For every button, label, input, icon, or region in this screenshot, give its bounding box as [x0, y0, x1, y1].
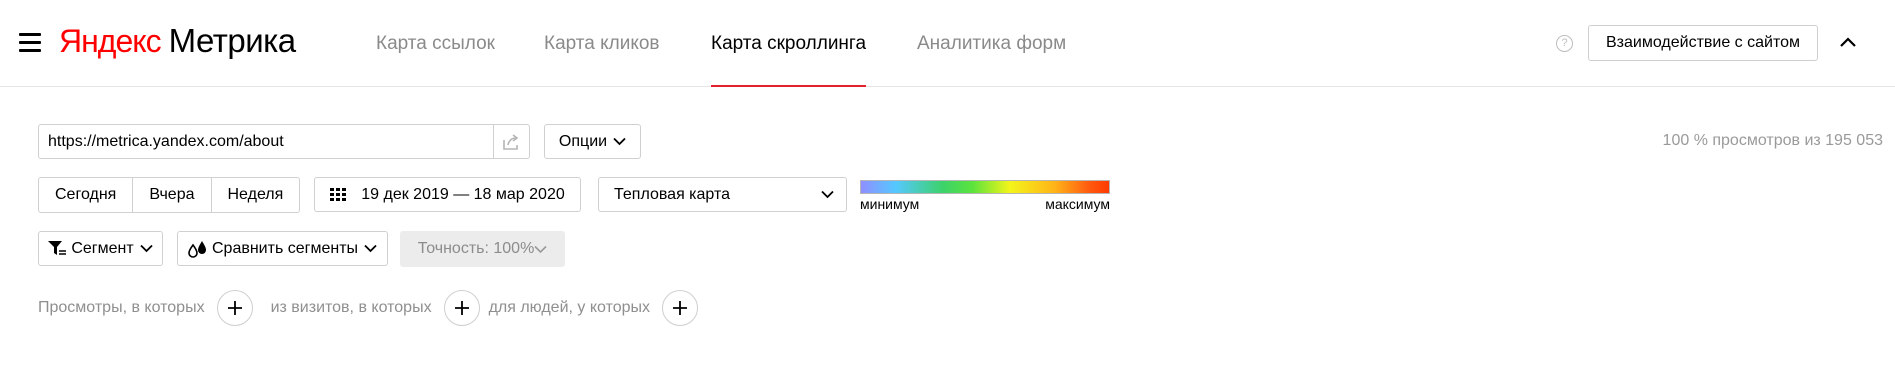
- compare-segments-label: Сравнить сегменты: [211, 239, 359, 257]
- url-field: [38, 124, 530, 159]
- logo-brand: Яндекс: [59, 23, 162, 59]
- filter-icon: [48, 240, 67, 255]
- map-type-select[interactable]: Тепловая карта: [598, 177, 847, 212]
- heat-gradient-bar: [860, 180, 1110, 194]
- tab-link-map[interactable]: Карта ссылок: [376, 0, 495, 87]
- calendar-icon: [330, 187, 347, 201]
- compare-drops-icon: [188, 240, 206, 258]
- plus-icon: [673, 301, 688, 315]
- tab-form-analytics[interactable]: Аналитика форм: [917, 0, 1066, 87]
- date-range-button[interactable]: 19 дек 2019 — 18 мар 2020: [314, 177, 581, 212]
- views-count: 100 % просмотров из 195 053: [1662, 132, 1883, 149]
- site-interaction-button[interactable]: Взаимодействие с сайтом: [1588, 25, 1818, 61]
- period-week[interactable]: Неделя: [212, 178, 300, 212]
- filter-visits-label: из визитов, в которых: [270, 299, 432, 316]
- add-visits-filter-button[interactable]: [443, 290, 480, 326]
- plus-icon: [454, 301, 469, 315]
- chevron-down-icon: [140, 244, 153, 253]
- chevron-down-icon: [613, 137, 626, 146]
- logo-product: Метрика: [168, 22, 297, 59]
- chevron-down-icon: [534, 245, 547, 253]
- logo[interactable]: Яндекс Метрика: [59, 22, 296, 62]
- map-type-label: Тепловая карта: [614, 185, 731, 203]
- period-yesterday[interactable]: Вчера: [133, 178, 212, 212]
- filter-builder: Просмотры, в которых из визитов, в котор…: [38, 290, 699, 326]
- url-input[interactable]: [39, 125, 493, 158]
- precision-dropdown[interactable]: Точность: 100%: [400, 231, 565, 267]
- chevron-up-icon[interactable]: [1836, 30, 1860, 54]
- heat-max-label: максимум: [1045, 196, 1110, 212]
- filter-people-label: для людей, у которых: [488, 299, 651, 316]
- help-icon[interactable]: ?: [1556, 35, 1573, 52]
- period-selector: Сегодня Вчера Неделя: [38, 177, 301, 213]
- add-views-filter-button[interactable]: [216, 290, 253, 326]
- chevron-down-icon: [821, 190, 834, 199]
- chevron-down-icon: [364, 244, 377, 253]
- heat-scale-legend: минимум максимум: [860, 180, 1110, 212]
- precision-label: Точность: 100%: [417, 240, 535, 257]
- heat-min-label: минимум: [860, 196, 920, 212]
- options-button[interactable]: Опции: [544, 124, 641, 159]
- top-header: Яндекс Метрика Карта ссылок Карта кликов…: [0, 0, 1895, 87]
- tab-scroll-map[interactable]: Карта скроллинга: [711, 0, 867, 87]
- segment-label: Сегмент: [71, 239, 134, 257]
- compare-segments-button[interactable]: Сравнить сегменты: [177, 231, 388, 266]
- tab-click-map[interactable]: Карта кликов: [544, 0, 660, 87]
- add-people-filter-button[interactable]: [662, 290, 699, 326]
- share-icon[interactable]: [493, 125, 529, 158]
- plus-icon: [227, 301, 242, 315]
- options-label: Опции: [558, 132, 608, 150]
- filter-views-label: Просмотры, в которых: [38, 299, 205, 316]
- date-range-label: 19 дек 2019 — 18 мар 2020: [361, 185, 565, 203]
- menu-icon[interactable]: [19, 33, 41, 53]
- segment-button[interactable]: Сегмент: [38, 231, 163, 266]
- period-today[interactable]: Сегодня: [39, 178, 134, 212]
